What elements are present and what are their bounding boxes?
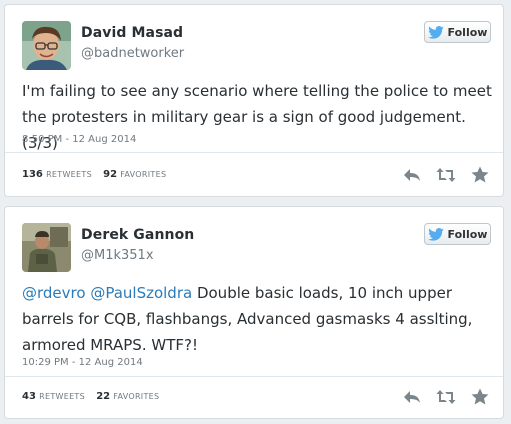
tweet-stats: 43 RETWEETS 22 FAVORITES [22,391,167,402]
mention-link[interactable]: @rdevro [22,284,86,302]
star-icon[interactable] [470,165,490,185]
tweet-actions [402,165,490,185]
favorite-count[interactable]: 92 [103,169,117,180]
avatar[interactable] [22,223,71,272]
tweet-timestamp[interactable]: 8:50 PM - 12 Aug 2014 [22,134,136,145]
twitter-bird-icon [427,227,444,241]
follow-label: Follow [447,227,488,241]
favorite-label: FAVORITES [120,170,167,179]
follow-label: Follow [447,25,488,39]
favorite-count[interactable]: 22 [96,391,110,402]
display-name[interactable]: Derek Gannon [81,227,194,243]
retweet-icon[interactable] [436,165,456,185]
mention-link[interactable]: @PaulSzoldra [90,284,192,302]
display-name[interactable]: David Masad [81,25,183,41]
retweet-label: RETWEETS [39,392,85,401]
follow-button[interactable]: Follow [424,223,491,245]
follow-button[interactable]: Follow [424,21,491,43]
retweet-icon[interactable] [436,387,456,407]
divider [5,376,503,377]
reply-icon[interactable] [402,165,422,185]
reply-icon[interactable] [402,387,422,407]
tweet-timestamp[interactable]: 10:29 PM - 12 Aug 2014 [22,357,143,368]
avatar[interactable] [22,21,71,70]
user-handle[interactable]: @M1k351x [81,248,154,263]
retweet-label: RETWEETS [46,170,92,179]
retweet-count[interactable]: 43 [22,391,36,402]
tweet-actions [402,387,490,407]
tweet-text: @rdevro @PaulSzoldra Double basic loads,… [22,280,492,358]
tweet-card: David Masad @badnetworker Follow I'm fai… [4,4,504,197]
tweet-stats: 136 RETWEETS 92 FAVORITES [22,169,174,180]
star-icon[interactable] [470,387,490,407]
twitter-bird-icon [427,25,444,39]
user-handle[interactable]: @badnetworker [81,46,184,61]
divider [5,152,503,153]
favorite-label: FAVORITES [113,392,160,401]
retweet-count[interactable]: 136 [22,169,43,180]
tweet-card: Derek Gannon @M1k351x Follow @rdevro @Pa… [4,206,504,419]
